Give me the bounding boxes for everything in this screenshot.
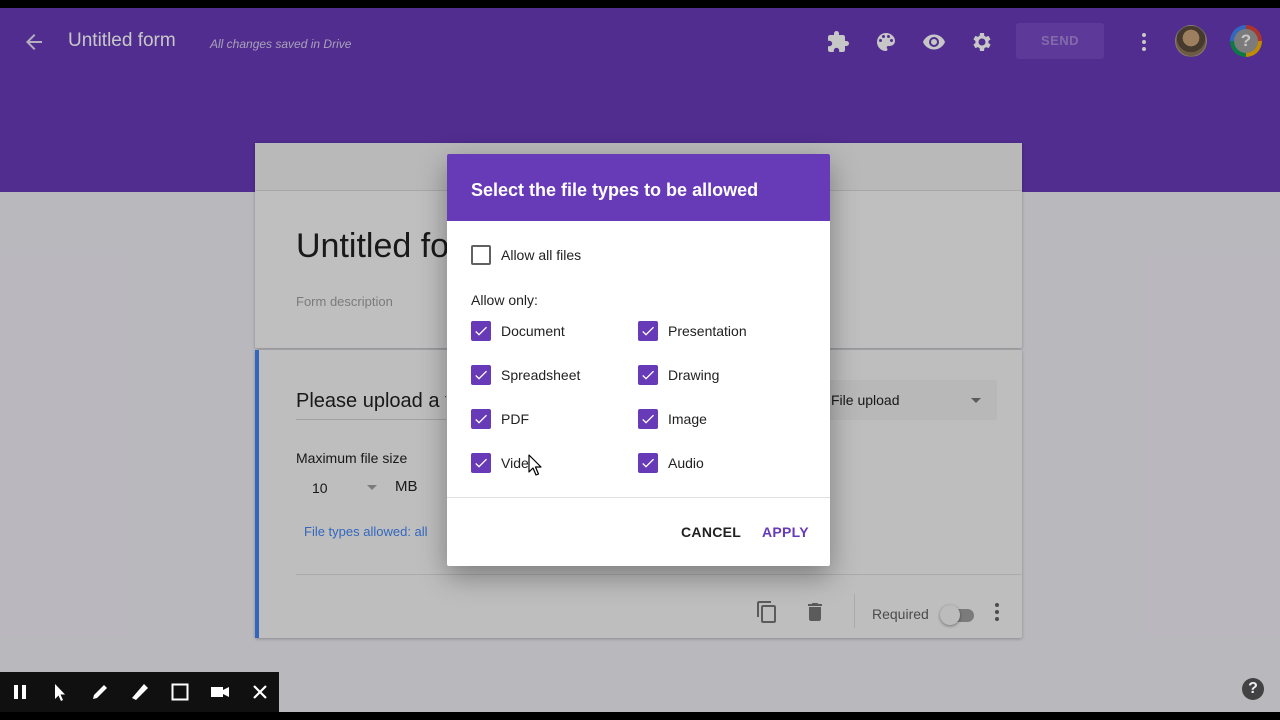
checkbox-checked-icon xyxy=(471,409,491,429)
option-presentation[interactable]: Presentation xyxy=(638,321,768,343)
mouse-cursor-icon xyxy=(528,454,542,476)
checkbox-checked-icon xyxy=(638,453,658,473)
checkbox-checked-icon xyxy=(471,365,491,385)
apply-button[interactable]: APPLY xyxy=(762,524,809,540)
checkbox-checked-icon xyxy=(471,321,491,341)
recorder-toolbar xyxy=(0,672,279,712)
checkbox-checked-icon xyxy=(638,409,658,429)
checkbox-checked-icon xyxy=(638,321,658,341)
rectangle-icon[interactable] xyxy=(170,682,190,702)
option-label: PDF xyxy=(501,411,529,427)
pen-icon[interactable] xyxy=(90,682,110,702)
checkbox-checked-icon xyxy=(638,365,658,385)
dialog-header: Select the file types to be allowed xyxy=(447,154,830,221)
close-icon[interactable] xyxy=(250,682,270,702)
option-document[interactable]: Document xyxy=(471,321,601,343)
dialog-title: Select the file types to be allowed xyxy=(471,180,759,200)
allow-all-label: Allow all files xyxy=(501,247,582,263)
option-label: Image xyxy=(668,411,707,427)
checkbox-checked-icon xyxy=(471,453,491,473)
camera-icon[interactable] xyxy=(210,682,230,702)
option-image[interactable]: Image xyxy=(638,409,768,431)
option-label: Presentation xyxy=(668,323,747,339)
option-pdf[interactable]: PDF xyxy=(471,409,601,431)
cancel-button[interactable]: CANCEL xyxy=(681,524,741,540)
help-corner-icon[interactable]: ? xyxy=(1242,678,1264,700)
option-drawing[interactable]: Drawing xyxy=(638,365,768,387)
option-label: Document xyxy=(501,323,565,339)
dialog-divider xyxy=(447,497,830,498)
option-label: Spreadsheet xyxy=(501,367,581,383)
allow-all-checkbox[interactable]: Allow all files xyxy=(471,245,621,267)
highlighter-icon[interactable] xyxy=(130,682,150,702)
file-types-dialog: Select the file types to be allowed Allo… xyxy=(447,154,830,566)
pointer-icon[interactable] xyxy=(50,682,70,702)
option-audio[interactable]: Audio xyxy=(638,453,768,475)
checkbox-unchecked-icon xyxy=(471,245,491,265)
option-spreadsheet[interactable]: Spreadsheet xyxy=(471,365,601,387)
allow-only-label: Allow only: xyxy=(471,292,538,308)
option-label: Audio xyxy=(668,455,704,471)
option-label: Drawing xyxy=(668,367,720,383)
pause-icon[interactable] xyxy=(10,682,30,702)
app-viewport: Untitled form All changes saved in Drive… xyxy=(0,8,1280,712)
